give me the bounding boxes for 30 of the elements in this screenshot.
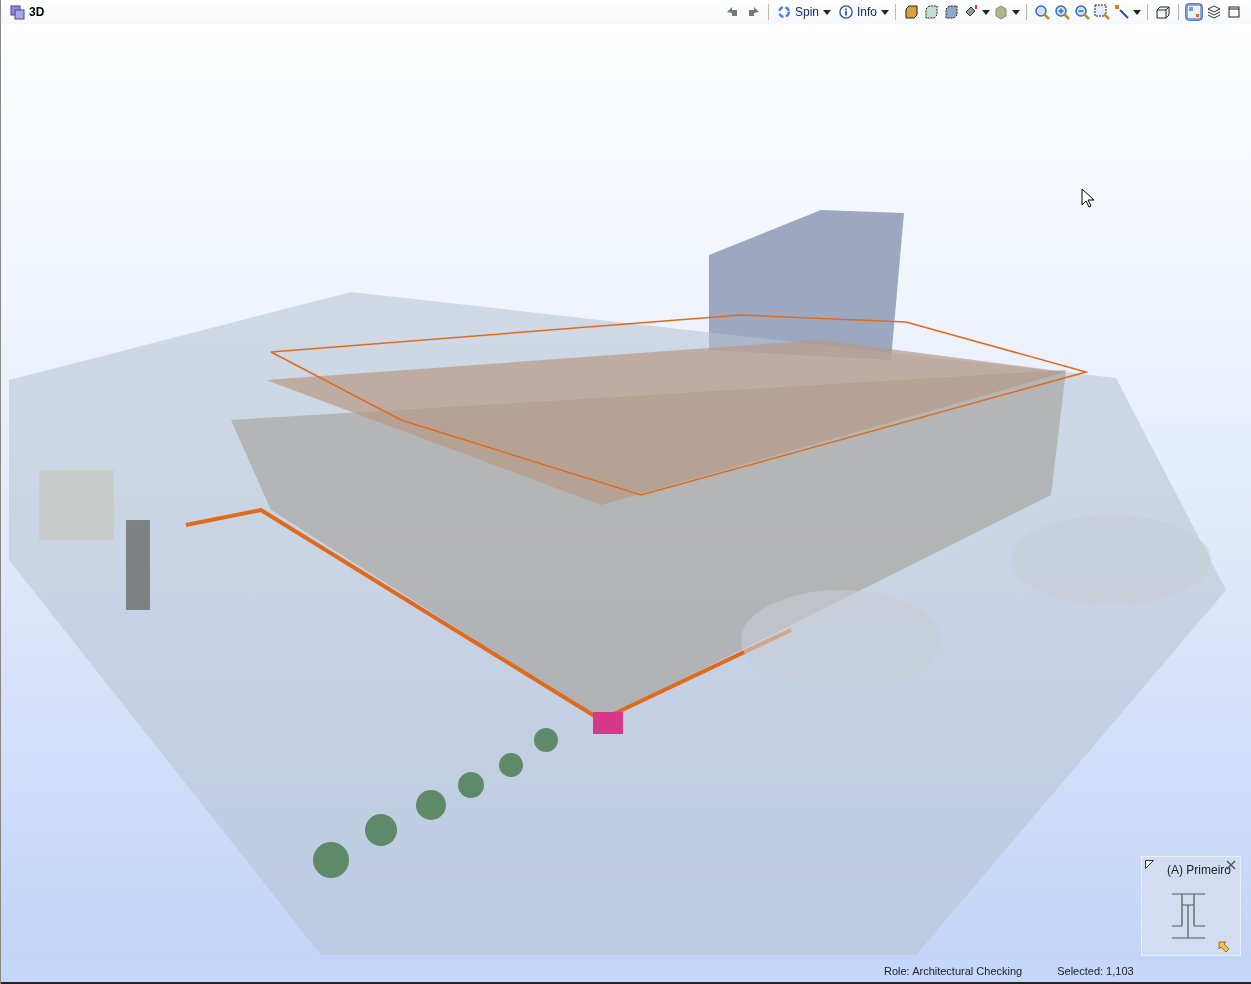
solid-box-icon[interactable] xyxy=(902,3,920,21)
mouse-cursor-icon xyxy=(1081,188,1095,208)
window-title: 3D xyxy=(29,4,45,21)
pointer-icon[interactable] xyxy=(1113,3,1131,21)
role-status: Role: Architectural Checking xyxy=(884,963,1023,979)
caret-icon[interactable] xyxy=(1133,9,1141,15)
caret-icon[interactable] xyxy=(881,9,889,15)
selection-count: Selected: 1,103 xyxy=(1057,963,1134,979)
caret-icon[interactable] xyxy=(982,9,990,15)
navigator-preview-panel[interactable]: (A) Primeiro xyxy=(1141,856,1241,956)
zoom-fit-icon[interactable] xyxy=(1033,3,1051,21)
caret-icon[interactable] xyxy=(823,9,831,15)
info-button[interactable]: Info xyxy=(837,3,879,21)
layers-icon[interactable] xyxy=(1205,3,1223,21)
spin-button[interactable]: Spin xyxy=(774,3,821,21)
maximize-icon[interactable] xyxy=(1225,3,1243,21)
zoom-out-icon[interactable] xyxy=(1073,3,1091,21)
rotate-icon xyxy=(776,5,791,19)
navigator-icon[interactable] xyxy=(1185,3,1203,21)
zoom-window-icon[interactable] xyxy=(1093,3,1111,21)
shaded-box-icon[interactable] xyxy=(942,3,960,21)
info-icon xyxy=(839,5,853,19)
caret-icon[interactable] xyxy=(1012,9,1020,15)
corner-triangle-icon xyxy=(1145,860,1154,869)
cursor-arrow-icon xyxy=(1218,941,1230,953)
zoom-in-icon[interactable] xyxy=(1053,3,1071,21)
preview-title: (A) Primeiro xyxy=(1167,862,1231,879)
floor-plan-icon xyxy=(1172,893,1206,939)
wireframe-box-icon[interactable] xyxy=(922,3,940,21)
box-outline-icon[interactable] xyxy=(1154,3,1172,21)
